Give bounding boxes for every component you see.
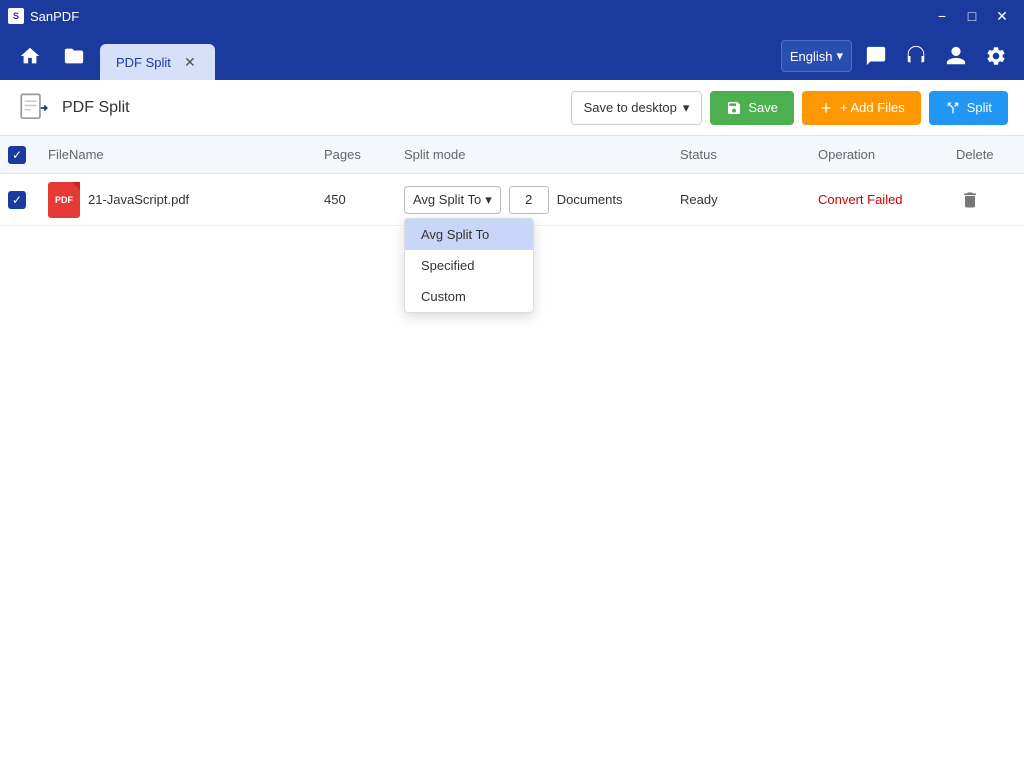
- app-icon: S: [8, 8, 24, 24]
- headset-button[interactable]: [900, 40, 932, 72]
- split-button[interactable]: Split: [929, 91, 1008, 125]
- file-name: 21-JavaScript.pdf: [88, 192, 189, 207]
- row-check-icon: ✓: [12, 193, 22, 207]
- dropdown-item-specified[interactable]: Specified: [405, 250, 533, 281]
- check-icon: ✓: [12, 148, 22, 162]
- top-nav: PDF Split ✕ English ▾: [0, 32, 1024, 80]
- split-mode-chevron-icon: ▾: [485, 192, 492, 208]
- close-button[interactable]: ✕: [988, 2, 1016, 30]
- header-filename: FileName: [48, 147, 324, 162]
- pages-cell: 450: [324, 192, 404, 207]
- app-name: SanPDF: [30, 9, 79, 24]
- dropdown-item-avg-split-to[interactable]: Avg Split To: [405, 219, 533, 250]
- gear-icon: [985, 45, 1007, 67]
- toolbar-actions: Save to desktop ▾ Save + Add Files Spli: [571, 91, 1008, 125]
- add-files-button[interactable]: + Add Files: [802, 91, 921, 125]
- maximize-button[interactable]: □: [958, 2, 986, 30]
- tab-pdf-split[interactable]: PDF Split ✕: [100, 44, 215, 80]
- settings-button[interactable]: [980, 40, 1012, 72]
- minimize-button[interactable]: −: [928, 2, 956, 30]
- split-label: Split: [967, 100, 992, 115]
- title-bar: S SanPDF − □ ✕: [0, 0, 1024, 32]
- save-button[interactable]: Save: [710, 91, 794, 125]
- delete-cell: [956, 186, 1016, 214]
- dropdown-item-custom[interactable]: Custom: [405, 281, 533, 312]
- language-chevron-icon: ▾: [836, 48, 843, 64]
- title-bar-left: S SanPDF: [8, 8, 79, 24]
- pdf-file-icon: PDF: [48, 182, 80, 218]
- save-icon: [726, 100, 742, 116]
- headset-icon: [905, 45, 927, 67]
- table-header: ✓ FileName Pages Split mode Status Opera…: [0, 136, 1024, 174]
- nav-right: English ▾: [781, 40, 1012, 72]
- folder-icon: [63, 45, 85, 67]
- title-bar-controls: − □ ✕: [928, 2, 1016, 30]
- delete-button[interactable]: [956, 186, 984, 214]
- save-desktop-chevron-icon: ▾: [683, 100, 690, 116]
- tab-container: PDF Split ✕: [100, 32, 773, 80]
- header-pages: Pages: [324, 147, 404, 162]
- tab-close-button[interactable]: ✕: [181, 53, 199, 71]
- chat-button[interactable]: [860, 40, 892, 72]
- split-mode-row: Avg Split To ▾ Documents: [404, 186, 680, 214]
- select-all-checkbox[interactable]: ✓: [8, 146, 26, 164]
- table-row: ✓ PDF 21-JavaScript.pdf 450 Avg Split To…: [0, 174, 1024, 226]
- split-icon: [945, 100, 961, 116]
- header-checkbox: ✓: [8, 146, 48, 164]
- add-files-icon: [818, 100, 834, 116]
- pdf-split-toolbar-icon: [16, 90, 52, 126]
- split-mode-value: Avg Split To: [413, 192, 481, 207]
- home-button[interactable]: [12, 38, 48, 74]
- split-mode-dropdown-trigger[interactable]: Avg Split To ▾: [404, 186, 501, 214]
- toolbar-title: PDF Split: [62, 99, 130, 117]
- main-content: PDF Split Save to desktop ▾ Save + Add F…: [0, 80, 1024, 768]
- save-to-desktop-button[interactable]: Save to desktop ▾: [571, 91, 703, 125]
- user-button[interactable]: [940, 40, 972, 72]
- doc-number-input[interactable]: [509, 186, 549, 214]
- language-value: English: [790, 49, 833, 64]
- user-icon: [945, 45, 967, 67]
- split-document-icon: [17, 91, 51, 125]
- header-operation: Operation: [818, 147, 956, 162]
- operation-cell: Convert Failed: [818, 192, 956, 207]
- docs-label: Documents: [557, 192, 623, 207]
- status-cell: Ready: [680, 192, 818, 207]
- language-selector[interactable]: English ▾: [781, 40, 852, 72]
- save-to-desktop-label: Save to desktop: [584, 100, 677, 115]
- row-checkbox-cell: ✓: [8, 191, 48, 209]
- add-files-label: + Add Files: [840, 100, 905, 115]
- tab-label: PDF Split: [116, 55, 171, 70]
- header-status: Status: [680, 147, 818, 162]
- header-split-mode: Split mode: [404, 147, 680, 162]
- header-delete: Delete: [956, 147, 1016, 162]
- split-mode-cell: Avg Split To ▾ Documents Avg Split To Sp…: [404, 186, 680, 214]
- toolbar-title-area: PDF Split: [16, 90, 559, 126]
- home-icon: [19, 45, 41, 67]
- row-checkbox[interactable]: ✓: [8, 191, 26, 209]
- chat-icon: [865, 45, 887, 67]
- table-container: ✓ FileName Pages Split mode Status Opera…: [0, 136, 1024, 768]
- folder-button[interactable]: [56, 38, 92, 74]
- trash-icon: [960, 190, 980, 210]
- save-label: Save: [748, 100, 778, 115]
- file-cell: PDF 21-JavaScript.pdf: [48, 182, 324, 218]
- toolbar: PDF Split Save to desktop ▾ Save + Add F…: [0, 80, 1024, 136]
- split-mode-dropdown-menu: Avg Split To Specified Custom: [404, 218, 534, 313]
